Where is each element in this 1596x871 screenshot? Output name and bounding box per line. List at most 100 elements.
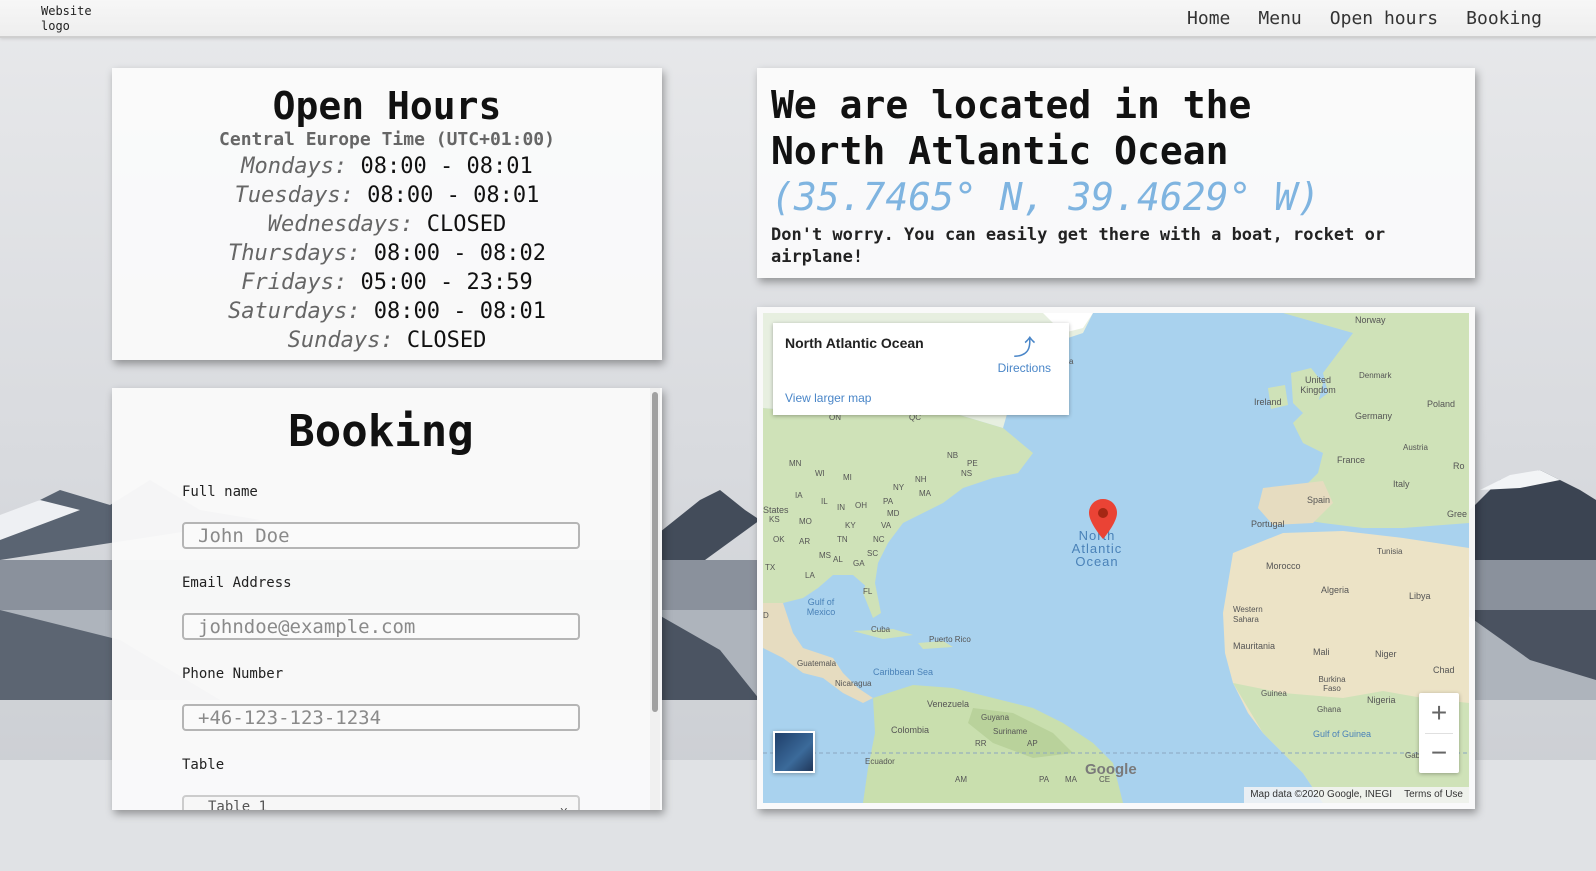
map-label-austria: Austria [1403, 443, 1428, 452]
nav-link-open-hours[interactable]: Open hours [1330, 8, 1438, 29]
nav-link-booking[interactable]: Booking [1466, 8, 1542, 29]
top-navbar: Website logo Home Menu Open hours Bookin… [0, 0, 1596, 38]
map-label-france: France [1337, 455, 1366, 465]
phone-input[interactable] [182, 704, 580, 731]
map-label-portugal: Portugal [1251, 519, 1285, 529]
map-label-ga: GA [853, 559, 865, 568]
table-label: Table [182, 757, 225, 773]
map-label-ma: MA [1065, 775, 1077, 784]
open-hours-card: Open Hours Central Europe Time (UTC+01:0… [112, 68, 662, 360]
day-label: Wednesdays: [267, 212, 414, 237]
phone-label: Phone Number [182, 666, 284, 682]
map-label-morocco: Morocco [1266, 561, 1301, 571]
nav-link-home[interactable]: Home [1187, 8, 1230, 29]
day-label: Sundays: [287, 328, 394, 353]
table-select[interactable]: Table 1 ⌄ [182, 795, 580, 810]
map-label-wi: WI [815, 469, 825, 478]
map-label-fl: FL [863, 587, 873, 596]
map-label-mn: MN [789, 459, 802, 468]
hours-row-wednesday: Wednesdays: CLOSED [112, 210, 662, 239]
hours-row-saturday: Saturdays: 08:00 - 08:01 [112, 297, 662, 326]
day-label: Fridays: [241, 270, 348, 295]
map-label-la: LA [805, 571, 815, 580]
map-info-box: North Atlantic Ocean ⤴ Directions View l… [773, 323, 1069, 415]
email-input[interactable] [182, 613, 580, 640]
map-label-niger: Niger [1375, 649, 1397, 659]
terms-of-use-link[interactable]: Terms of Use [1404, 789, 1463, 801]
map-label-germany: Germany [1355, 411, 1393, 421]
map-label-tunisia: Tunisia [1377, 547, 1403, 556]
map-label-chad: Chad [1433, 665, 1455, 675]
map-label-ia: IA [795, 491, 803, 500]
time-value: 05:00 - 23:59 [360, 270, 533, 295]
map-label-tn: TN [837, 535, 848, 544]
day-label: Saturdays: [228, 299, 361, 324]
map-label-ar: AR [799, 537, 811, 546]
open-hours-title: Open Hours [272, 84, 502, 128]
satellite-view-toggle[interactable] [773, 731, 815, 773]
booking-scrollbar-thumb[interactable] [652, 392, 658, 712]
full-name-group: Full name [182, 484, 662, 549]
nav-link-menu[interactable]: Menu [1258, 8, 1301, 29]
hours-row-monday: Mondays: 08:00 - 08:01 [112, 152, 662, 181]
map-label-ecuador: Ecuador [865, 757, 895, 766]
view-larger-map-link[interactable]: View larger map [785, 391, 871, 405]
map-label-nh: NH [915, 475, 927, 484]
map-label-ok: OK [773, 535, 785, 544]
time-value: CLOSED [426, 212, 507, 237]
map-label-a: a [1069, 357, 1074, 366]
time-value: 08:00 - 08:01 [367, 183, 540, 208]
map-pin-icon[interactable] [1089, 499, 1117, 539]
full-name-input[interactable] [182, 522, 580, 549]
directions-icon: ⤴ [1013, 335, 1036, 360]
map-label-italy: Italy [1393, 479, 1410, 489]
hours-row-tuesday: Tuesdays: 08:00 - 08:01 [112, 181, 662, 210]
map-label-gulf-of-guinea: Gulf of Guinea [1313, 729, 1372, 739]
embedded-map[interactable]: Norway Denmark United Kingdom Ireland Po… [763, 313, 1469, 803]
zoom-out-button[interactable]: − [1419, 733, 1459, 773]
day-label: Thursdays: [228, 241, 361, 266]
table-select-value: Table 1 [208, 799, 268, 810]
location-card: We are located in the North Atlantic Oce… [757, 68, 1475, 278]
map-label-ma-state: MA [919, 489, 931, 498]
map-label-am: AM [955, 775, 967, 784]
directions-label: Directions [997, 361, 1051, 375]
directions-button[interactable]: ⤴ Directions [998, 335, 1051, 375]
zoom-in-button[interactable]: + [1419, 693, 1459, 733]
hours-row-thursday: Thursdays: 08:00 - 08:02 [112, 239, 662, 268]
map-attribution: Map data ©2020 Google, INEGI Terms of Us… [1244, 787, 1469, 803]
map-label-il: IL [821, 497, 828, 506]
time-value: 08:00 - 08:01 [360, 154, 533, 179]
google-logo: Google [1085, 761, 1137, 778]
booking-title: Booking [288, 406, 474, 457]
day-label: Mondays: [241, 154, 348, 179]
location-description: Don't worry. You can easily get there wi… [771, 225, 1386, 267]
map-label-denmark: Denmark [1359, 371, 1392, 380]
map-label-ms: MS [819, 551, 831, 560]
map-label-ns: NS [961, 469, 973, 478]
map-label-ap: AP [1027, 739, 1038, 748]
time-value: 08:00 - 08:01 [373, 299, 546, 324]
email-label: Email Address [182, 575, 292, 591]
map-label-ireland: Ireland [1254, 397, 1282, 407]
location-coordinates: (35.7465° N, 39.4629° W) [771, 175, 1321, 219]
map-label-md: MD [887, 509, 900, 518]
map-label-greece: Gree [1447, 509, 1468, 519]
full-name-label: Full name [182, 484, 258, 500]
map-label-caribbean-sea: Caribbean Sea [873, 667, 934, 677]
map-label-ghana: Ghana [1317, 705, 1342, 714]
map-label-western-sahara: Western Sahara [1233, 605, 1263, 624]
map-label-colombia: Colombia [891, 725, 930, 735]
map-label-libya: Libya [1409, 591, 1431, 601]
map-label-va: VA [881, 521, 892, 530]
website-logo[interactable]: Website logo [41, 4, 101, 34]
map-label-oh: OH [855, 501, 867, 510]
map-label-suriname: Suriname [993, 727, 1028, 736]
map-label-mali: Mali [1313, 647, 1330, 657]
hours-row-friday: Fridays: 05:00 - 23:59 [112, 268, 662, 297]
map-label-venezuela: Venezuela [927, 699, 970, 709]
map-label-ky: KY [845, 521, 856, 530]
map-label-guatemala: Guatemala [797, 659, 837, 668]
map-label-norway: Norway [1355, 315, 1386, 325]
table-group: Table Table 1 ⌄ [182, 757, 662, 810]
